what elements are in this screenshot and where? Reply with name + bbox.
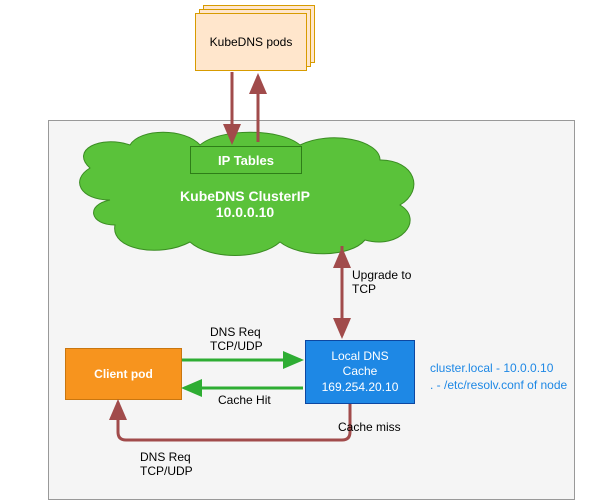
- label-cachehit: Cache Hit: [218, 393, 271, 407]
- local-dns-cache: Local DNS Cache 169.254.20.10: [305, 340, 415, 404]
- pod-card-front: KubeDNS pods: [195, 13, 307, 71]
- kubedns-pods: KubeDNS pods: [195, 5, 315, 75]
- cache-ip: 169.254.20.10: [322, 380, 399, 396]
- iptables-label: IP Tables: [218, 153, 274, 168]
- node-container: [48, 120, 575, 500]
- annotation: cluster.local - 10.0.0.10 . - /etc/resol…: [430, 360, 567, 394]
- label-cachemiss: Cache miss: [338, 420, 401, 434]
- cluster-name: KubeDNS ClusterIP: [145, 188, 345, 204]
- pods-label: KubeDNS pods: [210, 35, 293, 49]
- cache-title: Local DNS: [331, 349, 388, 365]
- annotation-line1: cluster.local - 10.0.0.10: [430, 360, 567, 377]
- label-dnsreq2: DNS Req TCP/UDP: [140, 450, 193, 479]
- label-upgrade: Upgrade to TCP: [352, 268, 411, 297]
- iptables-box: IP Tables: [190, 146, 302, 174]
- cluster-ip-text: KubeDNS ClusterIP 10.0.0.10: [145, 188, 345, 220]
- client-label: Client pod: [94, 367, 153, 381]
- label-dnsreq1: DNS Req TCP/UDP: [210, 325, 263, 354]
- annotation-line2: . - /etc/resolv.conf of node: [430, 377, 567, 394]
- client-pod: Client pod: [65, 348, 182, 400]
- cache-subtitle: Cache: [343, 364, 378, 380]
- cluster-ip: 10.0.0.10: [145, 204, 345, 220]
